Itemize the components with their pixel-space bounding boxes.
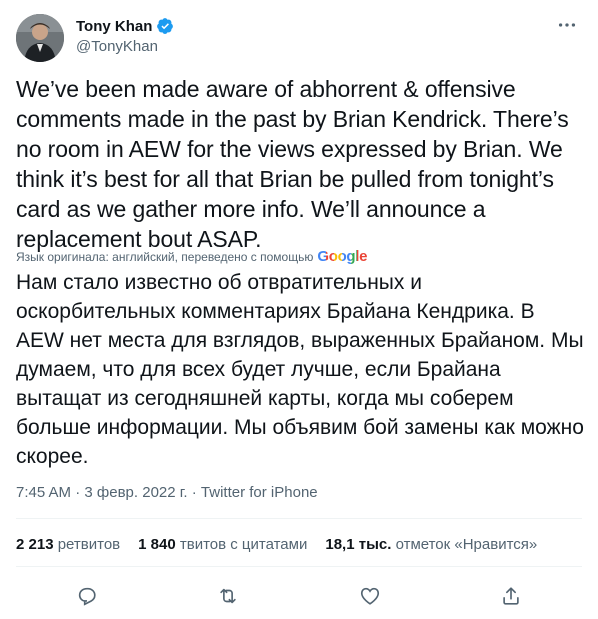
author-handle[interactable]: @TonyKhan [76,38,174,55]
tweet-header: Tony Khan @TonyKhan [16,14,582,62]
like-icon [360,587,379,605]
tweet-text: We’ve been made aware of abhorrent & off… [16,76,569,252]
meta-separator-2: · [191,484,197,501]
likes-label: отметок «Нравится» [395,536,538,553]
reply-icon [78,587,96,606]
tweet-stats: 2 213 ретвитов 1 840 твитов с цитатами 1… [16,536,537,553]
quotes-stat[interactable]: 1 840 твитов с цитатами [138,536,307,553]
retweets-label: ретвитов [57,536,121,553]
avatar-image [16,14,64,62]
author-name[interactable]: Tony Khan [76,18,152,35]
like-button[interactable] [352,578,388,614]
meta-separator: · [75,484,81,501]
quotes-count: 1 840 [138,536,176,553]
retweet-button[interactable] [210,578,246,614]
tweet-date[interactable]: 3 февр. 2022 г. [84,484,187,501]
google-logo[interactable]: Google [317,248,367,265]
author-block: Tony Khan @TonyKhan [76,16,174,55]
likes-stat[interactable]: 18,1 тыс. отметок «Нравится» [325,536,537,553]
tweet-actions [16,578,582,614]
divider-top [16,518,582,519]
translation-note: Язык оригинала: английский, переведено с… [16,248,368,265]
tweet-meta: 7:45 AM · 3 февр. 2022 г. · Twitter for … [16,484,318,501]
more-icon[interactable] [556,14,578,36]
reply-button[interactable] [69,578,105,614]
share-button[interactable] [493,578,529,614]
tweet-source[interactable]: Twitter for iPhone [201,484,318,501]
retweets-stat[interactable]: 2 213 ретвитов [16,536,120,553]
quotes-label: твитов с цитатами [179,536,308,553]
share-icon [503,587,519,605]
tweet-time[interactable]: 7:45 AM [16,484,71,501]
translation-provider: Google [317,248,368,265]
divider-bottom [16,566,582,567]
translation-note-text: Язык оригинала: английский, переведено с… [16,249,314,264]
retweets-count: 2 213 [16,536,54,553]
avatar[interactable] [16,14,64,62]
verified-badge-icon [156,17,174,35]
likes-count: 18,1 тыс. [325,536,392,553]
translated-text: Нам стало известно об отвратительных и о… [16,271,584,468]
retweet-icon [220,588,236,604]
tweet-container: Tony Khan @TonyKhan We’ve been made awar… [0,0,598,619]
